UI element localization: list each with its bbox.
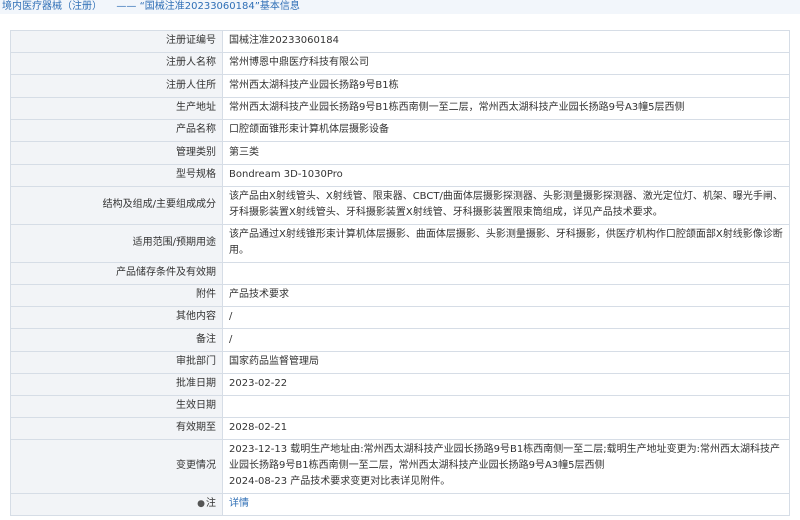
detail-container: 注册证编号 国械注准20233060184 注册人名称 常州博恩中鼎医疗科技有限… [0,14,800,516]
table-row: 附件 产品技术要求 [10,284,790,307]
row-key: 注册证编号 [10,30,223,53]
row-value: 2023-02-22 [222,373,790,396]
pin-icon: ● [197,499,205,509]
row-value [222,395,790,418]
row-key: 批准日期 [10,373,223,396]
row-value: 该产品通过X射线锥形束计算机体层摄影、曲面体层摄影、头影测量摄影、牙科摄影，供医… [222,224,790,263]
row-key: 变更情况 [10,439,223,494]
row-key: 有效期至 [10,417,223,440]
row-value: / [222,306,790,329]
table-row: 有效期至 2028-02-21 [10,417,790,440]
row-value: Bondream 3D-1030Pro [222,164,790,187]
row-key: 注册人住所 [10,74,223,98]
row-value: 2023-12-13 载明生产地址由:常州西太湖科技产业园长扬路9号B1栋西南侧… [222,439,790,494]
row-value: 常州博恩中鼎医疗科技有限公司 [222,52,790,75]
change-entry: 2024-08-23 产品技术要求变更对比表详见附件。 [229,476,451,487]
table-row-footer: ●注 详情 [10,493,790,516]
table-row: 型号规格 Bondream 3D-1030Pro [10,164,790,187]
change-entry: 2023-12-13 载明生产地址由:常州西太湖科技产业园长扬路9号B1栋西南侧… [229,444,780,471]
breadcrumb-section-link[interactable]: 境内医疗器械（注册） [2,1,102,12]
row-value: 常州西太湖科技产业园长扬路9号B1栋西南侧一至二层，常州西太湖科技产业园长扬路9… [222,97,790,120]
row-key: 生产地址 [10,97,223,120]
table-row: 管理类别 第三类 [10,141,790,165]
table-row: 注册人名称 常州博恩中鼎医疗科技有限公司 [10,52,790,75]
footer-key-label: 注 [206,498,216,509]
table-row: 产品储存条件及有效期 [10,262,790,285]
row-value: 国家药品监督管理局 [222,351,790,374]
row-key: ●注 [10,493,223,516]
table-row: 备注 / [10,328,790,352]
row-key: 型号规格 [10,164,223,187]
detail-link[interactable]: 详情 [229,498,249,509]
table-row: 批准日期 2023-02-22 [10,373,790,396]
page-header: 境内医疗器械（注册） —— “国械注准20233060184”基本信息 [0,0,800,14]
row-key: 其他内容 [10,306,223,329]
row-key: 管理类别 [10,141,223,165]
row-value: / [222,328,790,352]
row-key: 产品名称 [10,119,223,142]
table-row-changes: 变更情况 2023-12-13 载明生产地址由:常州西太湖科技产业园长扬路9号B… [10,439,790,494]
row-value: 该产品由X射线管头、X射线管、限束器、CBCT/曲面体层摄影探测器、头影测量摄影… [222,186,790,225]
row-value: 详情 [222,493,790,516]
row-key: 适用范围/预期用途 [10,224,223,263]
row-value: 第三类 [222,141,790,165]
row-value: 产品技术要求 [222,284,790,307]
row-value [222,262,790,285]
detail-table: 注册证编号 国械注准20233060184 注册人名称 常州博恩中鼎医疗科技有限… [10,30,790,516]
row-key: 结构及组成/主要组成成分 [10,186,223,225]
table-row: 审批部门 国家药品监督管理局 [10,351,790,374]
row-value: 2028-02-21 [222,417,790,440]
table-row: 产品名称 口腔颌面锥形束计算机体层摄影设备 [10,119,790,142]
table-row: 适用范围/预期用途 该产品通过X射线锥形束计算机体层摄影、曲面体层摄影、头影测量… [10,224,790,263]
row-key: 注册人名称 [10,52,223,75]
row-key: 生效日期 [10,395,223,418]
page-title: “国械注准20233060184”基本信息 [139,1,300,12]
row-value: 口腔颌面锥形束计算机体层摄影设备 [222,119,790,142]
table-row: 注册证编号 国械注准20233060184 [10,30,790,53]
table-row: 其他内容 / [10,306,790,329]
table-row: 生产地址 常州西太湖科技产业园长扬路9号B1栋西南侧一至二层，常州西太湖科技产业… [10,97,790,120]
row-value: 常州西太湖科技产业园长扬路9号B1栋 [222,74,790,98]
breadcrumb-separator: —— [116,1,137,12]
row-key: 备注 [10,328,223,352]
row-value: 国械注准20233060184 [222,30,790,53]
row-key: 产品储存条件及有效期 [10,262,223,285]
row-key: 附件 [10,284,223,307]
table-row: 注册人住所 常州西太湖科技产业园长扬路9号B1栋 [10,74,790,98]
table-row: 结构及组成/主要组成成分 该产品由X射线管头、X射线管、限束器、CBCT/曲面体… [10,186,790,225]
row-key: 审批部门 [10,351,223,374]
table-row: 生效日期 [10,395,790,418]
